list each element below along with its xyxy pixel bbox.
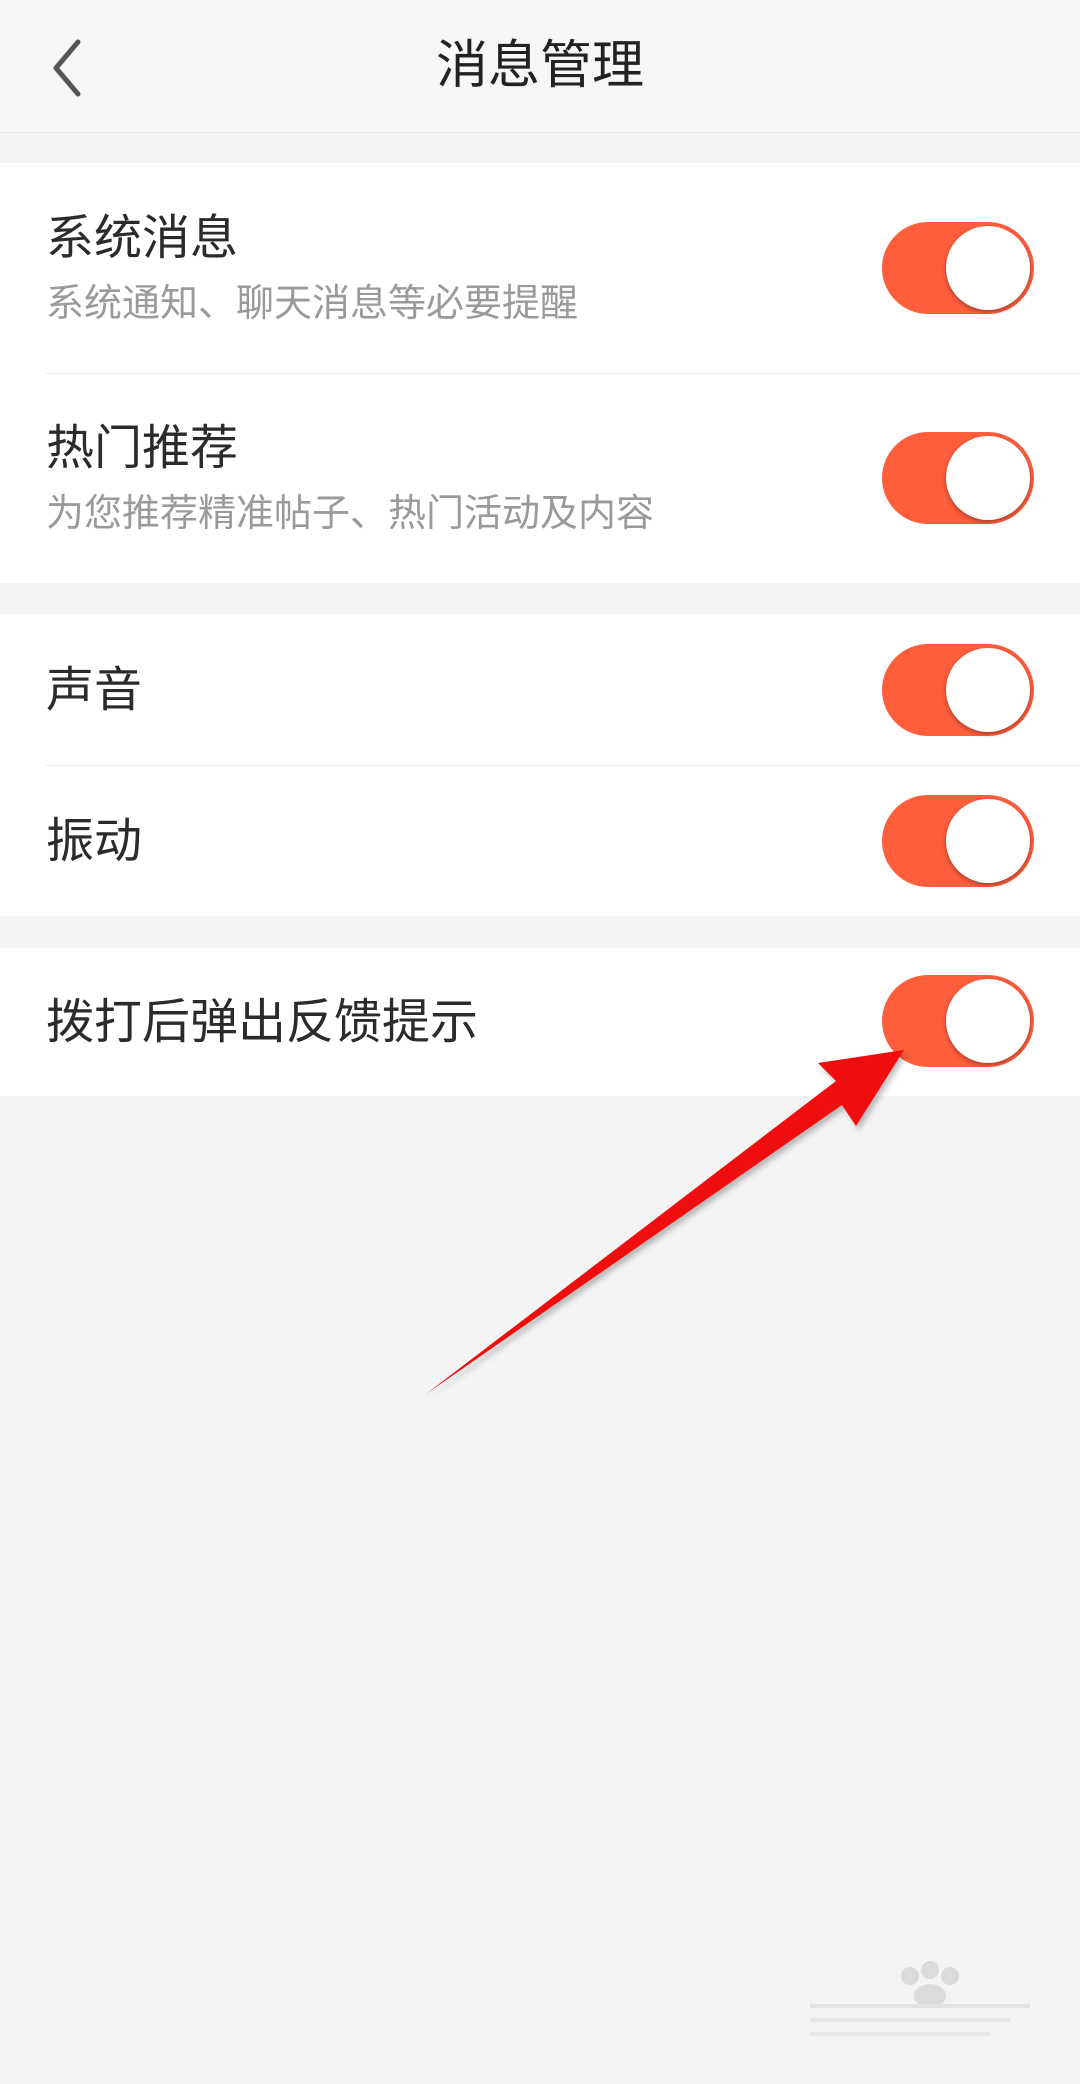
toggle-knob xyxy=(946,226,1030,310)
settings-group-feedback: 拨打后弹出反馈提示 xyxy=(0,948,1080,1096)
watermark-logo-icon xyxy=(810,1961,1030,2036)
hot-recommendations-toggle[interactable] xyxy=(882,432,1034,524)
setting-row-system-messages: 系统消息 系统通知、聊天消息等必要提醒 xyxy=(0,163,1080,373)
setting-row-sound: 声音 xyxy=(0,614,1080,765)
setting-subtitle: 为您推荐精准帖子、热门活动及内容 xyxy=(46,491,655,535)
vibration-toggle[interactable] xyxy=(882,795,1034,887)
setting-title: 声音 xyxy=(46,662,143,718)
settings-group-notifications: 系统消息 系统通知、聊天消息等必要提醒 热门推荐 为您推荐精准帖子、热门活动及内… xyxy=(0,163,1080,583)
page-title: 消息管理 xyxy=(435,36,644,96)
toggle-knob xyxy=(946,648,1030,732)
setting-title: 振动 xyxy=(46,813,143,869)
toggle-knob xyxy=(946,799,1030,883)
toggle-knob xyxy=(946,436,1030,520)
sound-toggle[interactable] xyxy=(882,644,1034,736)
settings-group-alerts: 声音 振动 xyxy=(0,614,1080,916)
setting-title: 热门推荐 xyxy=(46,420,239,476)
setting-row-post-call-feedback: 拨打后弹出反馈提示 xyxy=(0,948,1080,1096)
setting-row-hot-recommendations: 热门推荐 为您推荐精准帖子、热门活动及内容 xyxy=(0,373,1080,583)
system-messages-toggle[interactable] xyxy=(882,222,1034,314)
setting-title: 系统消息 xyxy=(46,210,239,266)
setting-subtitle: 系统通知、聊天消息等必要提醒 xyxy=(46,281,579,325)
toggle-knob xyxy=(946,979,1030,1063)
post-call-feedback-toggle[interactable] xyxy=(882,975,1034,1067)
setting-row-vibration: 振动 xyxy=(0,765,1080,916)
top-bar: 消息管理 xyxy=(0,0,1080,133)
setting-title: 拨打后弹出反馈提示 xyxy=(46,994,479,1050)
